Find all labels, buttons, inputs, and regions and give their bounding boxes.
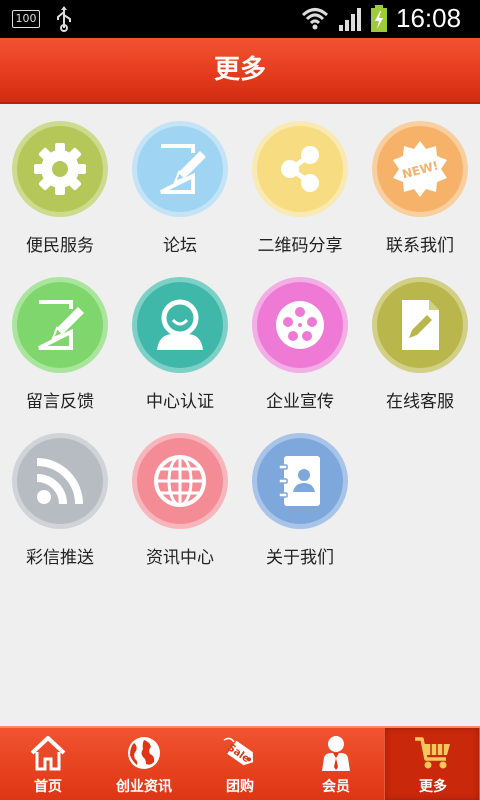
grid-item-label: 留言反馈 [26,392,94,412]
status-bar: 100 16:08 [0,0,480,38]
share-icon [257,126,343,212]
tab-startup-news[interactable]: 创业资讯 [96,728,192,800]
grid-item-label: 企业宣传 [266,392,334,412]
signal-icon [339,8,361,31]
sale-tag-icon: Sale [223,737,254,766]
page-title: 更多 [213,55,266,85]
wifi-icon [301,8,329,30]
tab-label: 更多 [419,779,447,795]
rss-icon [17,438,103,524]
message-edit-icon [17,282,103,368]
grid-item-qrcode-share[interactable]: 二维码分享 [240,104,360,260]
edit-icon [137,126,223,212]
grid-item-label: 便民服务 [26,236,94,256]
tab-more[interactable]: 更多 [384,728,480,800]
tab-member[interactable]: 会员 [288,728,384,800]
grid-item-about-us[interactable]: 关于我们 [240,416,360,572]
cart-icon [415,737,450,769]
home-icon [30,736,66,771]
grid-item-label: 论坛 [163,236,197,256]
gear-icon [17,126,103,212]
battery-level-icon: 100 [12,10,40,28]
grid-item-mms-push[interactable]: 彩信推送 [0,416,120,572]
grid-item-label: 彩信推送 [26,548,94,568]
contacts-book-icon [257,438,343,524]
member-icon [322,736,350,771]
grid-item-convenience[interactable]: 便民服务 [0,104,120,260]
grid-item-label: 中心认证 [146,392,214,412]
tab-label: 团购 [226,779,254,795]
grid-item-label: 二维码分享 [257,236,343,256]
new-badge-icon: NEW! [377,126,463,212]
grid-item-forum[interactable]: 论坛 [120,104,240,260]
grid-item-certification[interactable]: 中心认证 [120,260,240,416]
user-icon [137,282,223,368]
tab-group-buy[interactable]: Sale 团购 [192,728,288,800]
grid-item-label: 关于我们 [266,548,334,568]
globe-icon [128,737,160,769]
grid-item-label: 资讯中心 [146,548,214,568]
globe-icon [137,438,223,524]
tab-label: 创业资讯 [116,779,172,795]
grid-item-promotion[interactable]: 企业宣传 [240,260,360,416]
tab-label: 首页 [34,779,62,795]
bottom-tab-bar: 首页 创业资讯 Sale 团购 会员 更多 [0,726,480,800]
tab-home[interactable]: 首页 [0,728,96,800]
grid-item-label: 联系我们 [386,236,454,256]
film-reel-icon [257,282,343,368]
grid-item-contact-us[interactable]: NEW! 联系我们 [360,104,480,260]
header-bar: 更多 [0,38,480,104]
document-pen-icon [377,282,463,368]
grid-item-news-center[interactable]: 资讯中心 [120,416,240,572]
tab-label: 会员 [322,779,350,795]
battery-charging-icon [371,5,387,32]
usb-icon [57,6,71,32]
clock: 16:08 [396,3,462,33]
grid-item-online-service[interactable]: 在线客服 [360,260,480,416]
grid-item-label: 在线客服 [386,392,454,412]
grid-item-feedback[interactable]: 留言反馈 [0,260,120,416]
